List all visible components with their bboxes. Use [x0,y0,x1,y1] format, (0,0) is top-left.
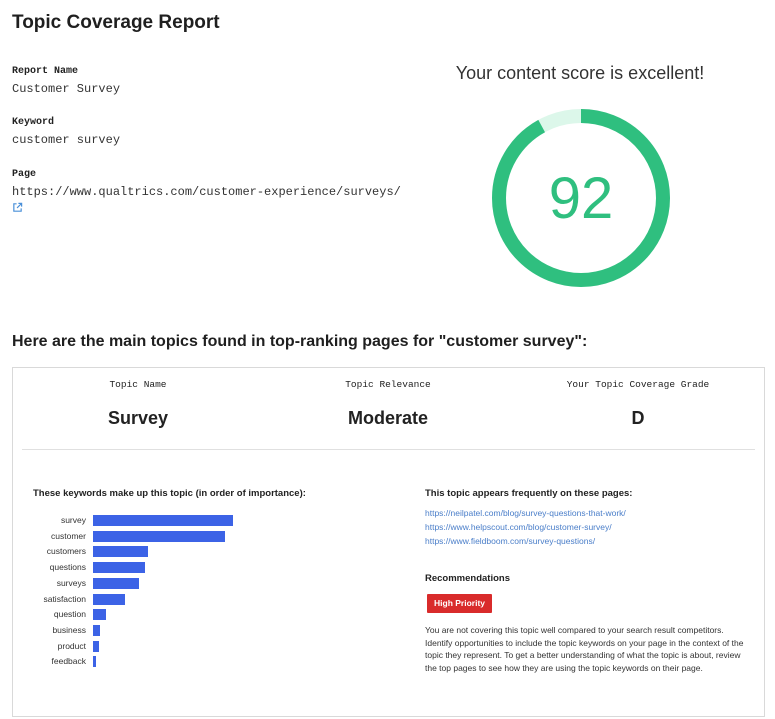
keyword-bar [93,640,99,652]
priority-badge: High Priority [427,594,493,613]
keyword-row: feedback [13,655,96,668]
pages-heading: This topic appears frequently on these p… [425,488,633,499]
keyword-bar [93,562,145,574]
page-title: Topic Coverage Report [12,12,220,33]
topics-heading: Here are the main topics found in top-ra… [12,333,588,350]
keyword-row: questions [13,561,145,574]
keyword-row: question [13,608,106,621]
keyword-label: question [53,609,86,620]
topic-name: Survey [107,408,169,428]
keyword-row: product [13,640,99,653]
keyword-row: business [13,624,100,637]
keyword-row: surveys [13,577,140,590]
page-link-1[interactable]: https://neilpatel.com/blog/survey-questi… [425,508,626,518]
keyword-label: business [52,624,86,635]
keyword-label: customers [46,546,86,557]
keyword-label: Keyword [12,117,55,128]
keyword-row: customer [13,530,225,543]
topic-relevance-label: Topic Relevance [345,379,431,390]
score-value: 92 [548,165,614,231]
report-name-block: Report Name Customer Survey [12,66,120,96]
keyword-row: customers [13,545,148,558]
topic-card: Topic Name Topic Relevance Your Topic Co… [12,367,765,717]
external-link-icon[interactable] [12,202,23,213]
report-name-value: Customer Survey [12,82,121,96]
keyword-label: satisfaction [43,593,86,604]
page-link-3[interactable]: https://www.fieldboom.com/survey-questio… [425,536,595,546]
keyword-bar [93,530,225,542]
keyword-row: survey [13,514,233,527]
keyword-bar [93,656,96,668]
keyword-value: customer survey [12,133,121,147]
recommendations-heading: Recommendations [425,573,510,584]
page-url[interactable]: https://www.qualtrics.com/customer-exper… [12,185,401,199]
keyword-bar [93,624,100,636]
topic-name-label: Topic Name [109,379,167,390]
keyword-block: Keyword customer survey [12,117,120,147]
keyword-bar [93,577,140,589]
keyword-bar [93,593,126,605]
recommendation-text: You are not covering this topic well com… [425,625,744,673]
score-heading: Your content score is excellent! [455,63,705,83]
keyword-label: survey [60,515,86,525]
card-divider [22,449,755,450]
page-label: Page [12,169,37,180]
keyword-bar [93,515,233,526]
keyword-bar [93,546,148,558]
topic-grade: D [631,408,645,428]
keyword-bar [93,609,106,621]
page-link-2[interactable]: https://www.helpscout.com/blog/customer-… [425,522,612,532]
keyword-label: product [57,640,86,651]
keyword-row: satisfaction [13,593,126,606]
keyword-label: questions [49,562,86,573]
page-block: Page https://www.qualtrics.com/customer-… [12,169,401,213]
keyword-bar-chart: survey customer customers questions surveys s… [13,514,253,674]
keywords-heading: These keywords make up this topic (in or… [33,488,306,499]
keyword-label: surveys [56,577,86,588]
keyword-label: customer [51,530,86,541]
topic-grade-label: Your Topic Coverage Grade [566,379,710,390]
report-name-label: Report Name [12,66,79,77]
topic-relevance: Moderate [347,408,428,428]
keyword-label: feedback [51,656,87,667]
